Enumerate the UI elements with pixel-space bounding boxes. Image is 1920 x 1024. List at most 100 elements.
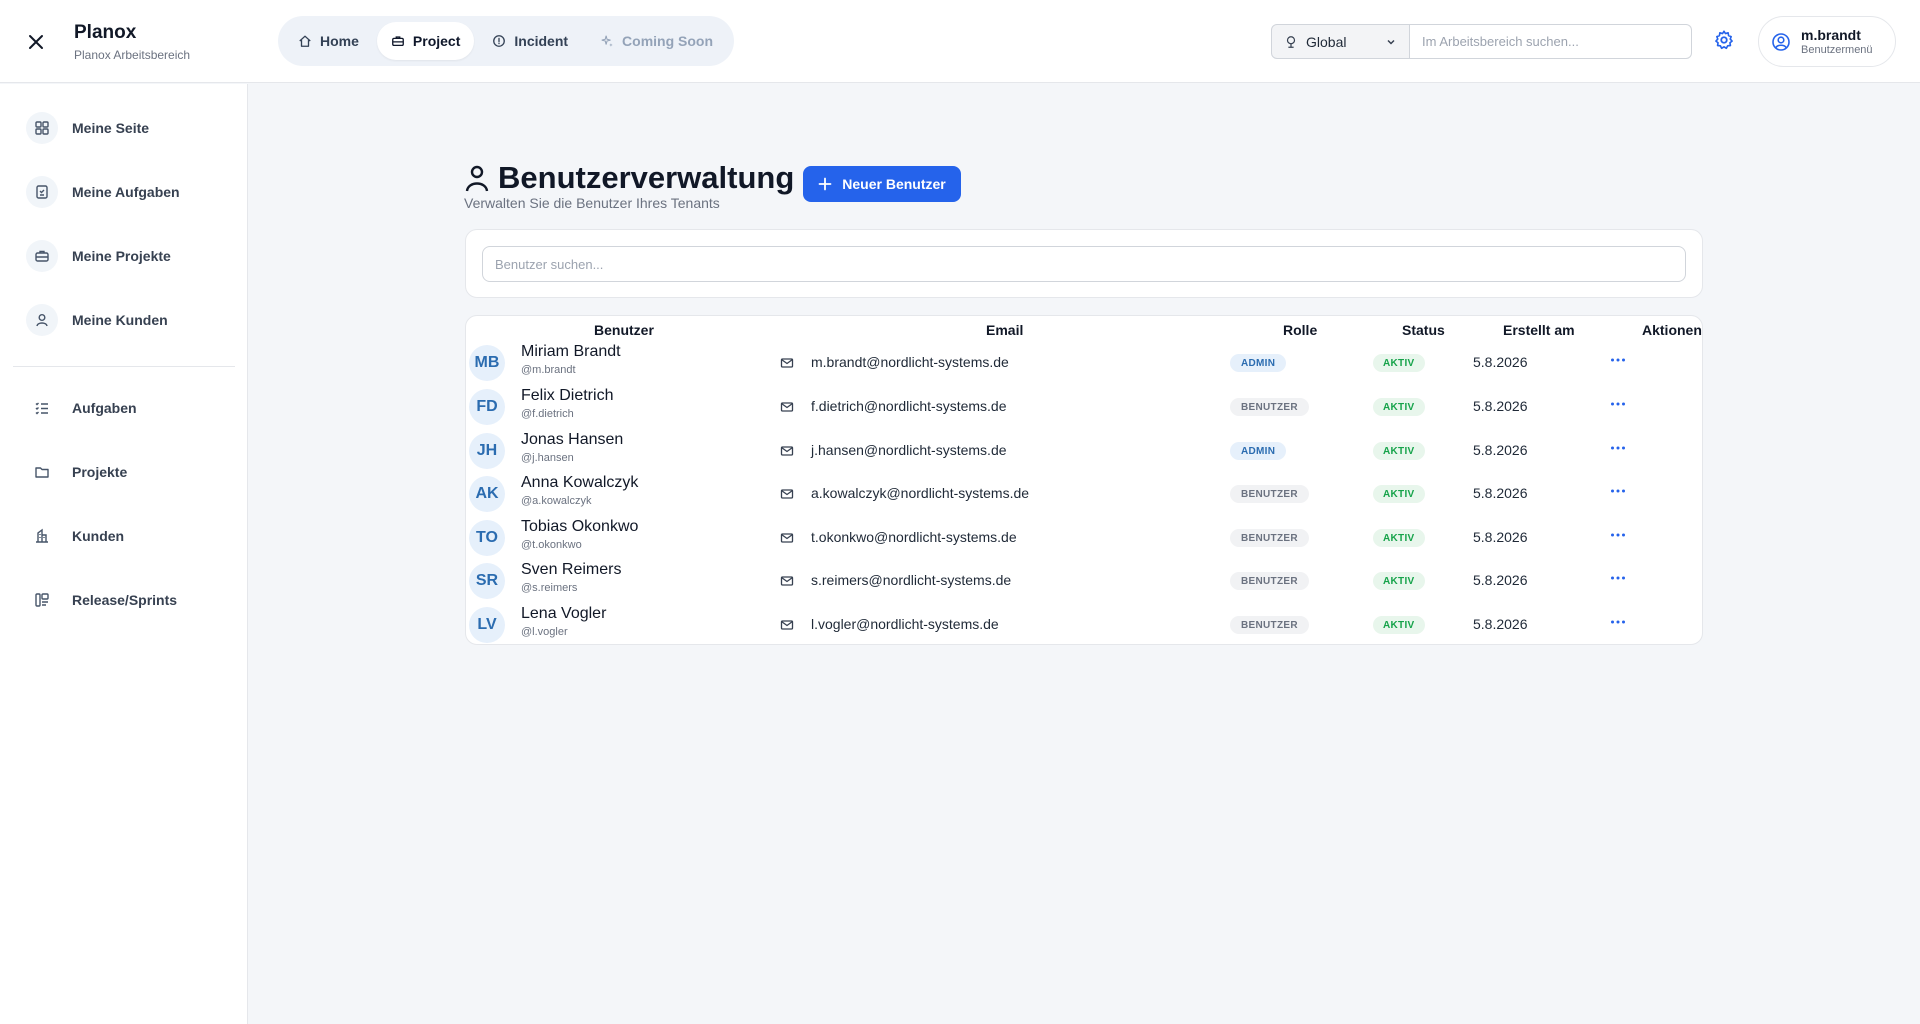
- more-actions-icon[interactable]: [1606, 611, 1630, 633]
- user-email: t.okonkwo@nordlicht-systems.de: [811, 529, 1017, 545]
- user-search-input[interactable]: [482, 246, 1686, 282]
- more-actions-icon[interactable]: [1606, 567, 1630, 589]
- user-handle: @s.reimers: [521, 582, 578, 594]
- nav-incident[interactable]: Incident: [478, 22, 582, 60]
- user-full-name: Anna Kowalczyk: [521, 474, 639, 491]
- kanban-icon: [26, 584, 58, 616]
- more-actions-icon[interactable]: [1606, 524, 1630, 546]
- sidebar-item-meine-seite[interactable]: Meine Seite: [26, 110, 149, 146]
- status-badge: AKTIV: [1373, 398, 1425, 416]
- sidebar-item-aufgaben[interactable]: Aufgaben: [26, 390, 137, 426]
- briefcase-icon: [392, 36, 404, 47]
- folder-icon: [26, 456, 58, 488]
- mail-icon: [780, 446, 794, 456]
- settings-gear-icon[interactable]: [1713, 29, 1737, 53]
- user-full-name: Tobias Okonkwo: [521, 518, 639, 535]
- user-full-name: Lena Vogler: [521, 605, 607, 622]
- sidebar-item-label: Meine Aufgaben: [72, 184, 180, 200]
- table-row[interactable]: AK Anna Kowalczyk @a.kowalczyk a.kowalczyk@…: [466, 474, 1702, 518]
- more-actions-icon[interactable]: [1606, 437, 1630, 459]
- nav-home[interactable]: Home: [284, 22, 373, 60]
- nav-project-label: Project: [412, 33, 461, 49]
- user-email: m.brandt@nordlicht-systems.de: [811, 354, 1009, 370]
- search-card: [465, 229, 1703, 298]
- sidebar-item-label: Release/Sprints: [72, 592, 178, 608]
- scope-select[interactable]: Global: [1271, 24, 1410, 59]
- more-actions-icon[interactable]: [1606, 393, 1630, 415]
- user-handle: @m.brandt: [521, 364, 576, 376]
- sidebar-item-meine-kunden[interactable]: Meine Kunden: [26, 302, 168, 338]
- created-date: 5.8.2026: [1473, 616, 1528, 632]
- new-user-button-label: Neuer Benutzer: [842, 176, 946, 192]
- user-circle-icon: [1772, 32, 1790, 51]
- column-header-email: Email: [986, 322, 1024, 338]
- sidebar-item-meine-aufgaben[interactable]: Meine Aufgaben: [26, 174, 180, 210]
- close-icon[interactable]: [24, 30, 48, 54]
- sidebar-item-meine-projekte[interactable]: Meine Projekte: [26, 238, 171, 274]
- avatar: TO: [469, 520, 505, 556]
- avatar: FD: [469, 389, 505, 425]
- brand: Planox Planox Arbeitsbereich: [74, 22, 190, 62]
- sidebar-item-label: Meine Kunden: [72, 312, 168, 328]
- top-nav: Home Project Incident Coming Soon: [278, 16, 734, 66]
- user-handle: @l.vogler: [521, 626, 568, 638]
- user-menu-button[interactable]: m.brandt Benutzermenü: [1758, 16, 1896, 67]
- sidebar-item-label: Projekte: [72, 464, 128, 480]
- top-header: Planox Planox Arbeitsbereich Home Projec…: [0, 0, 1920, 83]
- table-row[interactable]: SR Sven Reimers @s.reimers s.reimers@nordli…: [466, 561, 1702, 605]
- new-user-button[interactable]: Neuer Benutzer: [803, 166, 961, 202]
- created-date: 5.8.2026: [1473, 398, 1528, 414]
- status-badge: AKTIV: [1373, 354, 1425, 372]
- users-table: Benutzer Email Rolle Status Erstellt am …: [465, 315, 1703, 645]
- table-row[interactable]: TO Tobias Okonkwo @t.okonkwo t.okonkwo@nord…: [466, 518, 1702, 562]
- mail-icon: [780, 533, 794, 543]
- user-email: l.vogler@nordlicht-systems.de: [811, 616, 999, 632]
- created-date: 5.8.2026: [1473, 442, 1528, 458]
- column-header-benutzer: Benutzer: [594, 322, 654, 338]
- more-actions-icon[interactable]: [1606, 480, 1630, 502]
- mail-icon: [780, 620, 794, 630]
- status-badge: AKTIV: [1373, 442, 1425, 460]
- table-row[interactable]: FD Felix Dietrich @f.dietrich f.dietrich@no…: [466, 387, 1702, 431]
- brand-subtitle: Planox Arbeitsbereich: [74, 48, 191, 62]
- created-date: 5.8.2026: [1473, 485, 1528, 501]
- nav-project[interactable]: Project: [376, 22, 475, 60]
- more-actions-icon[interactable]: [1606, 349, 1630, 371]
- sparkles-icon: [601, 35, 613, 47]
- user-icon: [465, 165, 489, 192]
- table-row[interactable]: JH Jonas Hansen @j.hansen j.hansen@nordlich…: [466, 431, 1702, 475]
- user-name: m.brandt: [1801, 26, 1861, 43]
- scope-value: Global: [1306, 33, 1347, 50]
- role-badge: BENUTZER: [1230, 485, 1309, 503]
- chevron-down-icon: [1387, 39, 1395, 45]
- sidebar-item-kunden[interactable]: Kunden: [26, 518, 124, 554]
- user-handle: @t.okonkwo: [521, 539, 582, 551]
- status-badge: AKTIV: [1373, 529, 1425, 547]
- dashboard-icon: [26, 112, 58, 144]
- avatar: JH: [469, 433, 505, 469]
- page-title: Benutzerverwaltung: [498, 160, 795, 195]
- home-icon: [299, 35, 311, 47]
- user-email: f.dietrich@nordlicht-systems.de: [811, 398, 1007, 414]
- user-full-name: Felix Dietrich: [521, 387, 614, 404]
- created-date: 5.8.2026: [1473, 572, 1528, 588]
- role-badge: BENUTZER: [1230, 572, 1309, 590]
- building-icon: [26, 520, 58, 552]
- user-icon: [26, 304, 58, 336]
- nav-home-label: Home: [320, 33, 359, 49]
- alert-circle-icon: [493, 35, 506, 47]
- mail-icon: [780, 402, 794, 412]
- sidebar-item-projekte[interactable]: Projekte: [26, 454, 127, 490]
- briefcase-icon: [26, 240, 58, 272]
- sidebar-item-release-sprints[interactable]: Release/Sprints: [26, 582, 177, 618]
- status-badge: AKTIV: [1373, 485, 1425, 503]
- avatar: MB: [469, 345, 505, 381]
- table-row[interactable]: MB Miriam Brandt @m.brandt m.brandt@nordlic…: [466, 343, 1702, 387]
- workspace-search-input[interactable]: [1410, 24, 1692, 59]
- mail-icon: [780, 576, 794, 586]
- brand-title: Planox: [74, 22, 137, 43]
- table-row[interactable]: LV Lena Vogler @l.vogler l.vogler@nordlicht…: [466, 605, 1702, 644]
- nav-coming-soon[interactable]: Coming Soon: [586, 22, 727, 60]
- column-header-erstellt-am: Erstellt am: [1503, 322, 1575, 338]
- created-date: 5.8.2026: [1473, 529, 1528, 545]
